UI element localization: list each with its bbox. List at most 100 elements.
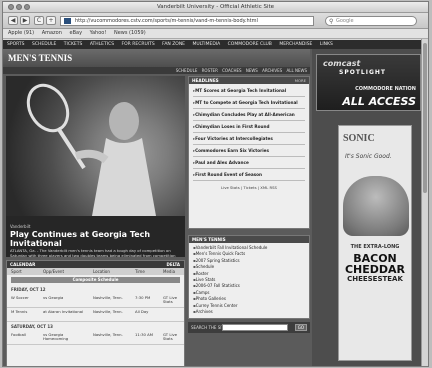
bookmark-item[interactable]: Yahoo!	[90, 30, 107, 36]
nav-athletics[interactable]: ATHLETICS	[90, 40, 114, 49]
feature-tag: Vanderbilt	[10, 224, 31, 229]
window-title: Vanderbilt University - Official Athleti…	[156, 4, 275, 10]
subnav-news[interactable]: NEWS	[246, 68, 258, 73]
subnav-all-news[interactable]: ALL NEWS	[287, 68, 307, 73]
browser-window: Vanderbilt University - Official Athleti…	[2, 1, 429, 367]
calendar-header: CALENDAR DELTA	[7, 261, 184, 268]
calendar-columns: Sport Opp/Event Location Time Media	[7, 268, 184, 275]
headlines-footer-links[interactable]: Live Stats | Tickets | XML RSS	[189, 182, 309, 190]
bookmarks-bar: Apple (91) Amazon eBay Yahoo! News (1059…	[3, 29, 428, 39]
nav-links[interactable]: LINKS	[320, 40, 333, 49]
magnifier-icon: ⚲	[329, 18, 334, 25]
all-access-text: ALL ACCESS	[342, 95, 416, 108]
headline-item[interactable]: First Round Event of Season	[193, 169, 305, 181]
address-bar[interactable]: http://vucommodores.cstv.com/sports/m-te…	[60, 16, 314, 26]
nav-merchandise[interactable]: MERCHANDISE	[279, 40, 312, 49]
comcast-ad[interactable]: comcast SPOTLIGHT COMMODORE NATION ALL A…	[316, 54, 421, 111]
cell-location: Nashville, Tenn.	[93, 332, 123, 337]
forward-button[interactable]: ▶	[20, 16, 30, 25]
add-bookmark-button[interactable]: +	[46, 16, 56, 25]
feature-text: Vanderbilt Play Continues at Georgia Tec…	[10, 224, 180, 257]
sonic-ad[interactable]: SONIC It's Sonic Good. THE EXTRA-LONG BA…	[338, 125, 412, 361]
commodore-nation-text: COMMODORE NATION	[355, 86, 416, 92]
col-location: Location	[93, 269, 110, 274]
cell-opp: vs Georgia Homecoming	[43, 332, 69, 342]
sandwich-image	[343, 176, 409, 236]
headline-item[interactable]: Four Victories at Intercollegiates	[193, 133, 305, 145]
nav-tickets[interactable]: TICKETS	[64, 40, 83, 49]
calendar-title: CALENDAR	[10, 262, 36, 267]
mens-tennis-title: MEN'S TENNIS	[192, 237, 226, 242]
bookmark-item[interactable]: eBay	[70, 30, 83, 36]
browser-toolbar: ◀ ▶ C + http://vucommodores.cstv.com/spo…	[3, 13, 428, 29]
headlines-title: HEADLINES	[192, 78, 219, 83]
table-row[interactable]: Football vs Georgia Homecoming Nashville…	[7, 331, 184, 345]
headline-item[interactable]: MT Scores at Georgia Tech Invitational	[193, 85, 305, 97]
section-subnav: SCHEDULE ROSTER COACHES NEWS ARCHIVES AL…	[3, 67, 310, 74]
page-title: MEN'S TENNIS	[8, 53, 73, 63]
nav-sports[interactable]: SPORTS	[7, 40, 25, 49]
title-bar: Vanderbilt University - Official Athleti…	[3, 2, 428, 13]
vertical-scrollbar[interactable]	[421, 39, 428, 366]
subnav-schedule[interactable]: SCHEDULE	[176, 68, 198, 73]
cheesesteak-text: CHEESESTEAK	[347, 275, 403, 283]
table-row[interactable]: W Soccer vs Georgia Nashville, Tenn. 7:3…	[7, 294, 184, 308]
sonic-slogan: It's Sonic Good.	[345, 153, 392, 160]
headlines-box: HEADLINES MORE MT Scores at Georgia Tech…	[188, 76, 310, 229]
back-button[interactable]: ◀	[8, 16, 18, 25]
headlines-more-link[interactable]: MORE	[295, 77, 306, 84]
cell-time: All Day	[135, 309, 149, 314]
bookmark-item[interactable]: Amazon	[42, 30, 62, 36]
calendar-date: FRIDAY, OCT 12	[11, 287, 46, 292]
nav-schedule[interactable]: SCHEDULE	[32, 40, 56, 49]
subnav-archives[interactable]: ARCHIVES	[262, 68, 282, 73]
headline-item[interactable]: Chimydian Loses in First Round	[193, 121, 305, 133]
mens-tennis-header: MEN'S TENNIS	[189, 236, 309, 243]
spotlight-text: SPOTLIGHT	[339, 69, 387, 76]
nav-multimedia[interactable]: MULTIMEDIA	[192, 40, 220, 49]
nav-recruits[interactable]: FOR RECRUITS	[122, 40, 155, 49]
feature-summary: ATLANTA, Ga. - The Vanderbilt men's tenn…	[10, 248, 176, 257]
cell-location: Nashville, Tenn.	[93, 309, 123, 314]
nav-fan-zone[interactable]: FAN ZONE	[162, 40, 185, 49]
site-search: SEARCH THE SITE GO	[188, 322, 310, 333]
cell-location: Nashville, Tenn.	[93, 295, 123, 300]
table-row[interactable]: M Tennis at Ataran Invitational Nashvill…	[7, 308, 184, 322]
headlines-header: HEADLINES MORE	[189, 77, 309, 84]
headline-item[interactable]: Chimydian Concludes Play at All-American	[193, 109, 305, 121]
scrollbar-thumb[interactable]	[423, 43, 427, 193]
cell-media[interactable]: GT Live Stats	[163, 295, 181, 305]
nav-commodore-club[interactable]: COMMODORE CLUB	[228, 40, 272, 49]
bookmark-item[interactable]: Apple (91)	[8, 30, 34, 36]
calendar-box: CALENDAR DELTA Sport Opp/Event Location …	[6, 260, 185, 366]
search-placeholder: Google	[336, 18, 354, 24]
feature-story[interactable]: Vanderbilt Play Continues at Georgia Tec…	[6, 76, 185, 257]
cell-media[interactable]: GT Live Stats	[163, 332, 181, 342]
section-header: MEN'S TENNIS	[3, 49, 310, 67]
cell-opp: vs Georgia	[43, 295, 64, 300]
site-top-nav: SPORTS SCHEDULE TICKETS ATHLETICS FOR RE…	[3, 40, 428, 49]
site-search-go-button[interactable]: GO	[294, 324, 307, 331]
col-time: Time	[135, 269, 145, 274]
site-search-input[interactable]	[222, 324, 288, 331]
feature-headline[interactable]: Play Continues at Georgia Tech Invitatio…	[10, 230, 180, 248]
composite-schedule-bar[interactable]: Composite Schedule	[11, 277, 180, 283]
tennis-player-photo	[6, 76, 185, 216]
bacon-cheddar-text: BACON CHEDDAR	[344, 252, 406, 276]
search-field[interactable]: ⚲ Google	[325, 16, 417, 26]
headline-item[interactable]: MT to Compete at Georgia Tech Invitation…	[193, 97, 305, 109]
headlines-list: MT Scores at Georgia Tech Invitational M…	[189, 84, 309, 182]
subnav-roster[interactable]: ROSTER	[202, 68, 218, 73]
headline-item[interactable]: Commodores Earn Six Victories	[193, 145, 305, 157]
subnav-coaches[interactable]: COACHES	[222, 68, 241, 73]
headline-item[interactable]: Paul and Alex Advance	[193, 157, 305, 169]
sidebar-ads: comcast SPOTLIGHT COMMODORE NATION ALL A…	[312, 49, 428, 366]
cell-time: 7:30 PM	[135, 295, 151, 300]
reload-button[interactable]: C	[34, 16, 44, 25]
site-favicon-icon	[64, 18, 71, 24]
cell-sport: Football	[11, 332, 27, 337]
link-item[interactable]: Archives	[193, 309, 305, 315]
col-opp: Opp/Event	[43, 269, 65, 274]
bookmark-item[interactable]: News (1059)	[114, 30, 146, 36]
url-text: http://vucommodores.cstv.com/sports/m-te…	[75, 18, 258, 24]
